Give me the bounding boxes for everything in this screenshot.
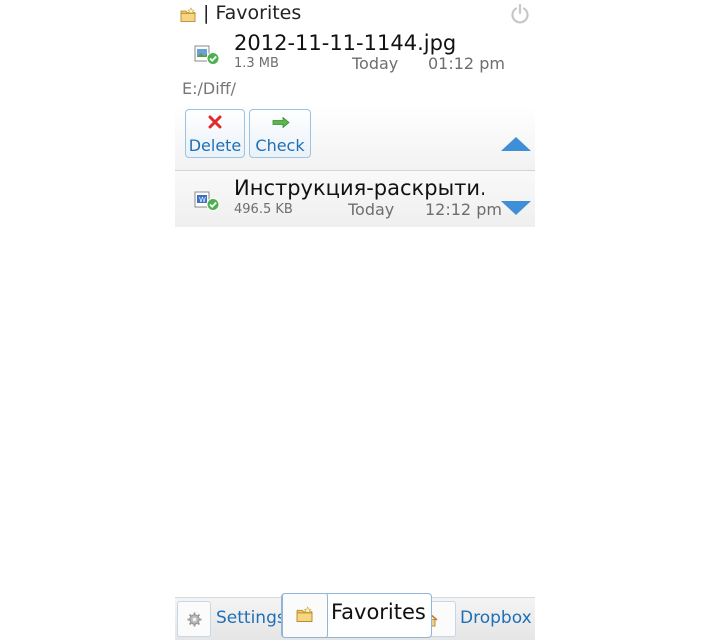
tab-label: Favorites — [331, 600, 426, 624]
check-button[interactable]: Check — [249, 109, 311, 158]
file-row-expanded[interactable]: 2012-11-11-1144.jpg 1.3 MB Today 01:12 p… — [175, 27, 535, 170]
file-date: Today — [348, 200, 395, 219]
page-title: | Favorites — [203, 2, 302, 24]
folder-star-icon — [296, 606, 313, 622]
header: | Favorites — [175, 0, 535, 27]
svg-text:W: W — [199, 196, 206, 204]
delete-label: Delete — [188, 136, 242, 155]
synced-file-icon — [194, 45, 220, 65]
power-icon[interactable] — [508, 3, 532, 25]
file-size: 1.3 MB — [234, 56, 279, 71]
tab-icon-box — [282, 593, 328, 638]
file-time: 01:12 pm — [428, 54, 505, 73]
synced-file-icon: W — [194, 191, 220, 211]
tab-label: Dropbox — [460, 608, 532, 628]
file-path: E:/Diff/ — [182, 79, 237, 98]
file-name: Инструкция-раскрыти... — [234, 176, 484, 200]
delete-icon — [208, 115, 222, 129]
tab-favorites[interactable]: Favorites — [281, 593, 432, 638]
arrow-right-icon — [272, 117, 290, 128]
app-screen: | Favorites 2012-11-11-1144.jpg 1.3 MB T… — [175, 0, 535, 640]
file-date: Today — [352, 54, 399, 73]
file-name: 2012-11-11-1144.jpg — [234, 31, 457, 55]
file-size: 496.5 KB — [234, 202, 293, 217]
file-row[interactable]: W Инструкция-раскрыти... 496.5 KB Today … — [175, 170, 535, 227]
tab-icon-box — [177, 601, 211, 637]
tab-dropbox[interactable]: Dropbox — [422, 598, 535, 640]
delete-button[interactable]: Delete — [185, 109, 245, 158]
tab-settings[interactable]: Settings — [175, 598, 286, 640]
expand-down-icon[interactable] — [500, 200, 532, 216]
gear-icon — [187, 612, 202, 627]
folder-star-icon — [180, 7, 196, 22]
check-label: Check — [255, 136, 305, 155]
tab-label: Settings — [216, 608, 286, 628]
collapse-up-icon[interactable] — [500, 136, 532, 152]
file-time: 12:12 pm — [425, 200, 502, 219]
